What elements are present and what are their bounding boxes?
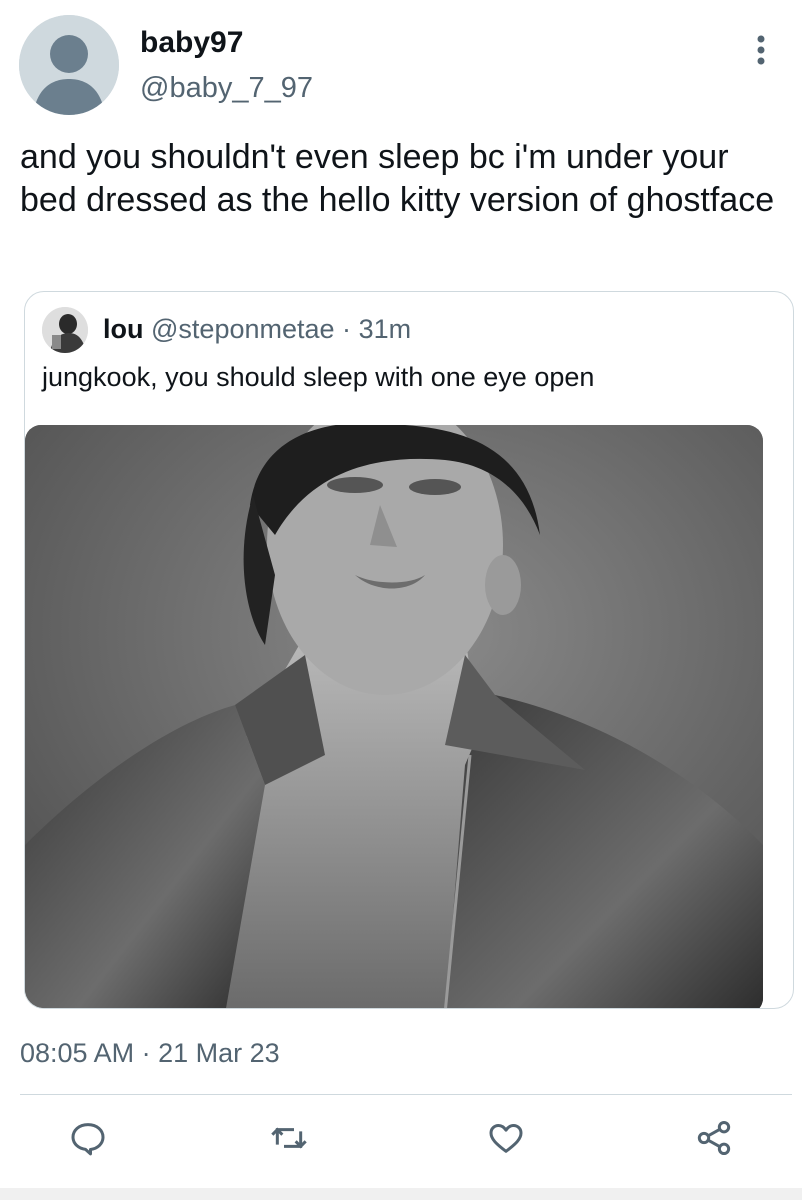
quoted-separator: · (342, 314, 352, 344)
tweet-text: and you shouldn't even sleep bc i'm unde… (20, 138, 775, 219)
quoted-photo[interactable] (25, 425, 763, 1008)
portrait-photo (25, 425, 763, 1008)
reply-button[interactable] (66, 1116, 110, 1160)
more-vertical-icon (757, 35, 765, 65)
quoted-handle: @steponmetae (151, 314, 335, 344)
quoted-display-name: lou (103, 314, 144, 344)
quoted-tweet-text: jungkook, you should sleep with one eye … (42, 362, 595, 392)
action-bar (0, 1112, 802, 1168)
display-name[interactable]: baby97 (140, 26, 243, 60)
quoted-timestamp: 31m (358, 314, 412, 344)
quoted-header: lou @steponmetae · 31m (103, 314, 411, 345)
reply-icon (71, 1123, 105, 1156)
share-button[interactable] (692, 1116, 736, 1160)
user-handle[interactable]: @baby_7_97 (140, 72, 313, 105)
share-icon (697, 1121, 731, 1155)
tweet-timestamp[interactable]: 08:05 AM · 21 Mar 23 (20, 1038, 280, 1069)
bottom-bar (0, 1188, 802, 1200)
quoted-tweet-card[interactable]: lou @steponmetae · 31m jungkook, you sho… (24, 291, 794, 1009)
quoted-avatar (42, 307, 88, 353)
default-avatar-icon (19, 15, 119, 115)
more-button[interactable] (746, 30, 776, 70)
divider (20, 1094, 792, 1095)
like-button[interactable] (484, 1116, 528, 1160)
like-icon (489, 1124, 523, 1153)
quoted-avatar-image (42, 307, 88, 353)
retweet-button[interactable] (267, 1116, 311, 1160)
avatar[interactable] (19, 15, 119, 115)
retweet-icon (271, 1127, 307, 1149)
